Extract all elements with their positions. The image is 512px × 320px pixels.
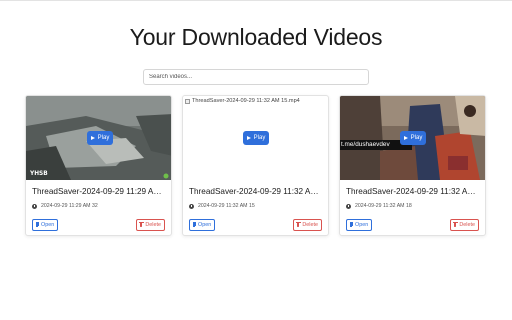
external-link-icon bbox=[349, 222, 353, 227]
top-divider bbox=[0, 0, 512, 1]
video-title: ThreadSaver-2024-09-29 11:32 AM 15.... bbox=[189, 187, 325, 196]
play-button[interactable]: Play bbox=[400, 131, 426, 145]
open-button[interactable]: Open bbox=[32, 219, 58, 231]
play-icon bbox=[403, 136, 408, 140]
delete-label: Delete bbox=[302, 222, 318, 228]
delete-button[interactable]: Delete bbox=[136, 219, 165, 231]
open-label: Open bbox=[355, 222, 369, 228]
video-thumbnail[interactable]: ThreadSaver-2024-09-29 11:32 AM 15.mp4 P… bbox=[183, 96, 328, 180]
delete-button[interactable]: Delete bbox=[293, 219, 322, 231]
delete-button[interactable]: Delete bbox=[450, 219, 479, 231]
video-timestamp: 2024-09-29 11:32 AM 18 bbox=[355, 203, 412, 209]
video-card: t.me/dushaevdev Play ThreadSaver-2024-09… bbox=[339, 95, 486, 236]
trash-icon bbox=[296, 221, 303, 228]
video-watermark: YHSB bbox=[30, 171, 48, 177]
video-meta: 2024-09-29 11:32 AM 18 bbox=[346, 203, 412, 209]
video-title: ThreadSaver-2024-09-29 11:29 AM 32... bbox=[32, 187, 168, 196]
delete-label: Delete bbox=[459, 222, 475, 228]
clock-icon bbox=[32, 203, 37, 209]
play-label: Play bbox=[97, 135, 110, 141]
external-link-icon bbox=[192, 222, 196, 227]
broken-image-icon bbox=[185, 98, 190, 104]
play-icon bbox=[246, 136, 251, 140]
video-timestamp: 2024-09-29 11:32 AM 15 bbox=[198, 203, 255, 209]
video-meta: 2024-09-29 11:29 AM 32 bbox=[32, 203, 98, 209]
video-title: ThreadSaver-2024-09-29 11:32 AM 18.... bbox=[346, 187, 482, 196]
play-label: Play bbox=[410, 135, 423, 141]
external-link-icon bbox=[35, 222, 39, 227]
video-thumbnail[interactable]: YHSB Play bbox=[26, 96, 171, 180]
video-card: YHSB Play ThreadSaver-2024-09-29 11:29 A… bbox=[25, 95, 172, 236]
trash-icon bbox=[139, 221, 146, 228]
page-title: Your Downloaded Videos bbox=[129, 24, 383, 50]
video-thumbnail[interactable]: t.me/dushaevdev Play bbox=[340, 96, 485, 180]
delete-label: Delete bbox=[145, 222, 161, 228]
play-label: Play bbox=[253, 135, 266, 141]
video-card: ThreadSaver-2024-09-29 11:32 AM 15.mp4 P… bbox=[182, 95, 329, 236]
open-label: Open bbox=[41, 222, 55, 228]
trash-icon bbox=[453, 221, 460, 228]
play-icon bbox=[90, 136, 95, 140]
clock-icon bbox=[346, 203, 351, 209]
search-input[interactable] bbox=[143, 69, 369, 85]
broken-image-alt: ThreadSaver-2024-09-29 11:32 AM 15.mp4 bbox=[192, 98, 300, 104]
open-label: Open bbox=[198, 222, 212, 228]
open-button[interactable]: Open bbox=[346, 219, 372, 231]
video-meta: 2024-09-29 11:32 AM 15 bbox=[189, 203, 255, 209]
play-button[interactable]: Play bbox=[243, 131, 269, 145]
clock-icon bbox=[189, 203, 194, 209]
video-timestamp: 2024-09-29 11:29 AM 32 bbox=[41, 203, 98, 209]
play-button[interactable]: Play bbox=[87, 131, 113, 145]
open-button[interactable]: Open bbox=[189, 219, 215, 231]
broken-image-placeholder: ThreadSaver-2024-09-29 11:32 AM 15.mp4 bbox=[185, 98, 300, 104]
